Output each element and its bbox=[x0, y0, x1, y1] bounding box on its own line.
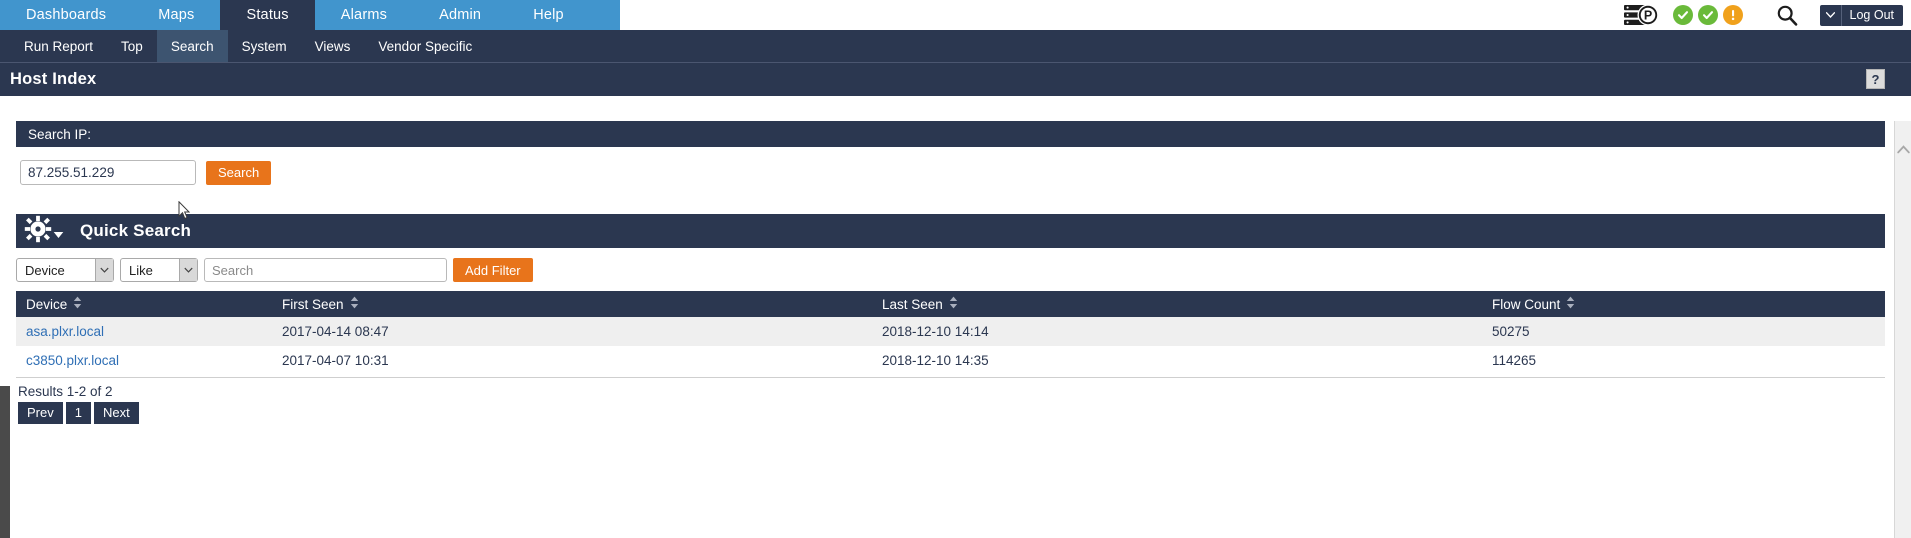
nav-item-admin[interactable]: Admin bbox=[413, 0, 507, 30]
add-filter-button[interactable]: Add Filter bbox=[453, 258, 533, 282]
gear-icon[interactable] bbox=[24, 215, 52, 248]
column-label: Last Seen bbox=[882, 296, 943, 312]
logout-dropdown-caret-icon[interactable] bbox=[1820, 4, 1842, 26]
sort-arrows-icon[interactable] bbox=[73, 296, 82, 312]
quick-search-title: Quick Search bbox=[80, 221, 192, 240]
nav-item-status[interactable]: Status bbox=[220, 0, 315, 30]
help-button[interactable]: ? bbox=[1866, 69, 1885, 89]
table-row: asa.plxr.local 2017-04-14 08:47 2018-12-10… bbox=[16, 317, 1885, 346]
search-ip-panel: Search IP: Search bbox=[16, 121, 1885, 185]
search-ip-header: Search IP: bbox=[16, 121, 1885, 147]
device-link[interactable]: asa.plxr.local bbox=[26, 324, 104, 339]
gear-dropdown-caret-icon[interactable] bbox=[53, 226, 64, 244]
main-navigation: Dashboards Maps Status Alarms Admin Help bbox=[0, 0, 620, 30]
nav-item-maps[interactable]: Maps bbox=[132, 0, 220, 30]
sort-arrows-icon[interactable] bbox=[350, 296, 359, 312]
sort-arrows-icon[interactable] bbox=[1566, 296, 1575, 312]
nav-item-dashboards[interactable]: Dashboards bbox=[0, 0, 132, 30]
subnav-item-search[interactable]: Search bbox=[156, 30, 228, 62]
search-ip-input[interactable] bbox=[20, 160, 196, 185]
logout-group[interactable]: Log Out bbox=[1819, 4, 1903, 26]
filter-operator-value: Like bbox=[129, 262, 153, 278]
table-row: c3850.plxr.local 2017-04-07 10:31 2018-12-… bbox=[16, 346, 1885, 375]
page-title-bar: Host Index ? bbox=[0, 63, 1911, 96]
nav-item-alarms[interactable]: Alarms bbox=[315, 0, 413, 30]
filter-search-input[interactable] bbox=[204, 258, 447, 282]
cell-first-seen: 2017-04-07 10:31 bbox=[272, 346, 872, 375]
search-ip-row: Search bbox=[16, 147, 1885, 185]
status-ok-1-icon[interactable] bbox=[1672, 5, 1693, 25]
results-table: Device First Seen Last Seen Flow Count asa.… bbox=[16, 291, 1885, 375]
filter-field-select[interactable]: Device bbox=[16, 258, 114, 282]
server-p-icon[interactable]: P bbox=[1623, 3, 1667, 27]
column-header-flow-count[interactable]: Flow Count bbox=[1482, 291, 1885, 317]
logout-button[interactable]: Log Out bbox=[1842, 5, 1903, 26]
scroll-up-arrow-icon[interactable] bbox=[1895, 145, 1911, 154]
status-warning-icon[interactable] bbox=[1722, 5, 1743, 25]
svg-text:P: P bbox=[1643, 9, 1651, 23]
left-scrollbar[interactable] bbox=[0, 386, 10, 538]
gear-menu[interactable] bbox=[24, 215, 64, 248]
top-right-toolbar: P Log Out bbox=[1623, 0, 1911, 30]
filter-operator-select[interactable]: Like bbox=[120, 258, 198, 282]
nav-item-help[interactable]: Help bbox=[507, 0, 590, 30]
pagination-next-button[interactable]: Next bbox=[93, 402, 139, 425]
cell-last-seen: 2018-12-10 14:14 bbox=[872, 317, 1482, 346]
column-label: Device bbox=[26, 296, 68, 312]
chevron-down-icon[interactable] bbox=[95, 259, 113, 281]
subnav-item-views[interactable]: Views bbox=[301, 30, 365, 62]
top-bar: Dashboards Maps Status Alarms Admin Help P bbox=[0, 0, 1911, 30]
column-header-last-seen[interactable]: Last Seen bbox=[872, 291, 1482, 317]
vertical-scrollbar[interactable] bbox=[1894, 121, 1911, 538]
subnav-item-vendor-specific[interactable]: Vendor Specific bbox=[364, 30, 486, 62]
results-count: Results 1-2 of 2 bbox=[18, 384, 113, 399]
cell-first-seen: 2017-04-14 08:47 bbox=[272, 317, 872, 346]
device-link[interactable]: c3850.plxr.local bbox=[26, 353, 119, 368]
content-area: Search IP: Search bbox=[0, 121, 1911, 538]
subnav-item-run-report[interactable]: Run Report bbox=[10, 30, 107, 62]
subnav-item-top[interactable]: Top bbox=[107, 30, 157, 62]
cell-flow-count: 114265 bbox=[1482, 346, 1885, 375]
column-label: First Seen bbox=[282, 296, 344, 312]
filter-field-value: Device bbox=[25, 262, 65, 278]
pagination-page-1-button[interactable]: 1 bbox=[65, 402, 91, 425]
search-icon[interactable] bbox=[1772, 0, 1802, 30]
quick-search-header: Quick Search bbox=[16, 214, 1885, 248]
cell-device: asa.plxr.local bbox=[16, 317, 272, 346]
column-header-first-seen[interactable]: First Seen bbox=[272, 291, 872, 317]
table-header-row: Device First Seen Last Seen Flow Count bbox=[16, 291, 1885, 317]
sort-arrows-icon[interactable] bbox=[949, 296, 958, 312]
quick-search-panel: Quick Search Device Like Add Filter bbox=[16, 214, 1885, 425]
chevron-down-icon[interactable] bbox=[179, 259, 197, 281]
page-title: Host Index bbox=[10, 70, 97, 88]
subnav-item-system[interactable]: System bbox=[228, 30, 301, 62]
cell-last-seen: 2018-12-10 14:35 bbox=[872, 346, 1482, 375]
filter-bar: Device Like Add Filter bbox=[16, 248, 1885, 291]
search-ip-button[interactable]: Search bbox=[206, 160, 272, 185]
cell-device: c3850.plxr.local bbox=[16, 346, 272, 375]
column-header-device[interactable]: Device bbox=[16, 291, 272, 317]
sub-navigation: Run Report Top Search System Views Vendor Spe… bbox=[0, 30, 1911, 63]
cell-flow-count: 50275 bbox=[1482, 317, 1885, 346]
status-ok-2-icon[interactable] bbox=[1697, 5, 1718, 25]
pagination-prev-button[interactable]: Prev bbox=[18, 402, 63, 425]
pagination: Prev 1 Next bbox=[16, 402, 1885, 425]
column-label: Flow Count bbox=[1492, 296, 1561, 312]
